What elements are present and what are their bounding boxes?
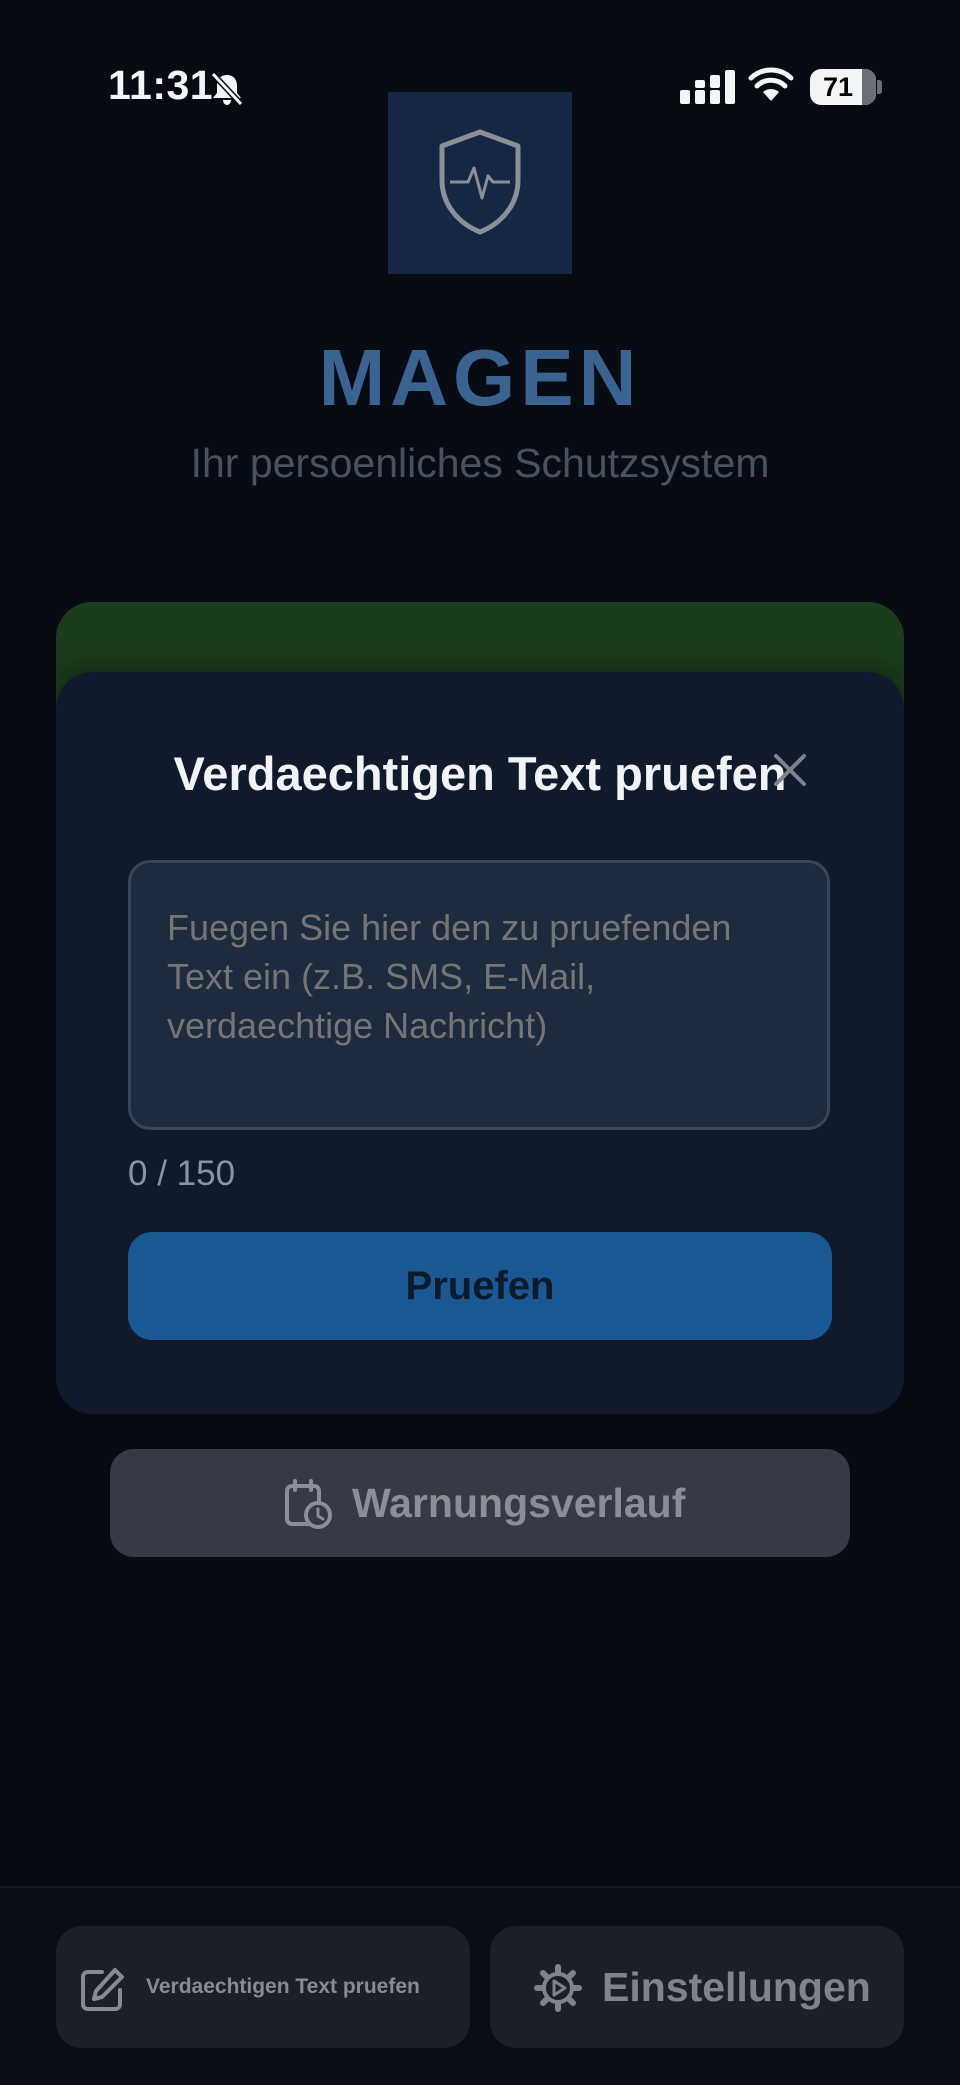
edit-icon xyxy=(81,1968,124,2011)
warning-history-label: Warnungsverlauf xyxy=(352,1480,686,1526)
signal-icon xyxy=(680,70,735,104)
app-screen: 11:31 71 MAGEN Ihr persoenliches Schutzs… xyxy=(0,0,960,2085)
shield-heartbeat-icon xyxy=(439,129,521,235)
gear-icon xyxy=(534,1964,582,2012)
app-title: MAGEN xyxy=(318,333,642,422)
battery-level: 71 xyxy=(822,72,854,102)
app-logo xyxy=(388,92,572,274)
battery-nub xyxy=(877,80,882,94)
check-text-modal: Verdaechtigen Text pruefen 0 / 150 Pruef… xyxy=(56,672,904,1414)
nav-check-text-button[interactable]: Verdaechtigen Text pruefen xyxy=(56,1926,470,2048)
calendar-clock-icon xyxy=(285,1479,332,1529)
char-counter: 0 / 150 xyxy=(128,1154,236,1193)
nav-check-text-label: Verdaechtigen Text pruefen xyxy=(146,1975,420,1998)
warning-history-button[interactable]: Warnungsverlauf xyxy=(110,1449,850,1557)
nav-settings-label: Einstellungen xyxy=(602,1964,871,2010)
nav-settings-button[interactable]: Einstellungen xyxy=(490,1926,904,2048)
bottom-nav: Verdaechtigen Text pruefen Einstellungen xyxy=(0,1886,960,2085)
app-subtitle: Ihr persoenliches Schutzsystem xyxy=(190,440,770,486)
check-button[interactable]: Pruefen xyxy=(128,1232,832,1340)
wifi-icon xyxy=(748,67,794,101)
suspicious-text-input[interactable] xyxy=(128,860,830,1130)
bell-slash-icon xyxy=(210,71,244,107)
status-time: 11:31 xyxy=(108,62,214,108)
close-icon[interactable] xyxy=(770,750,810,790)
